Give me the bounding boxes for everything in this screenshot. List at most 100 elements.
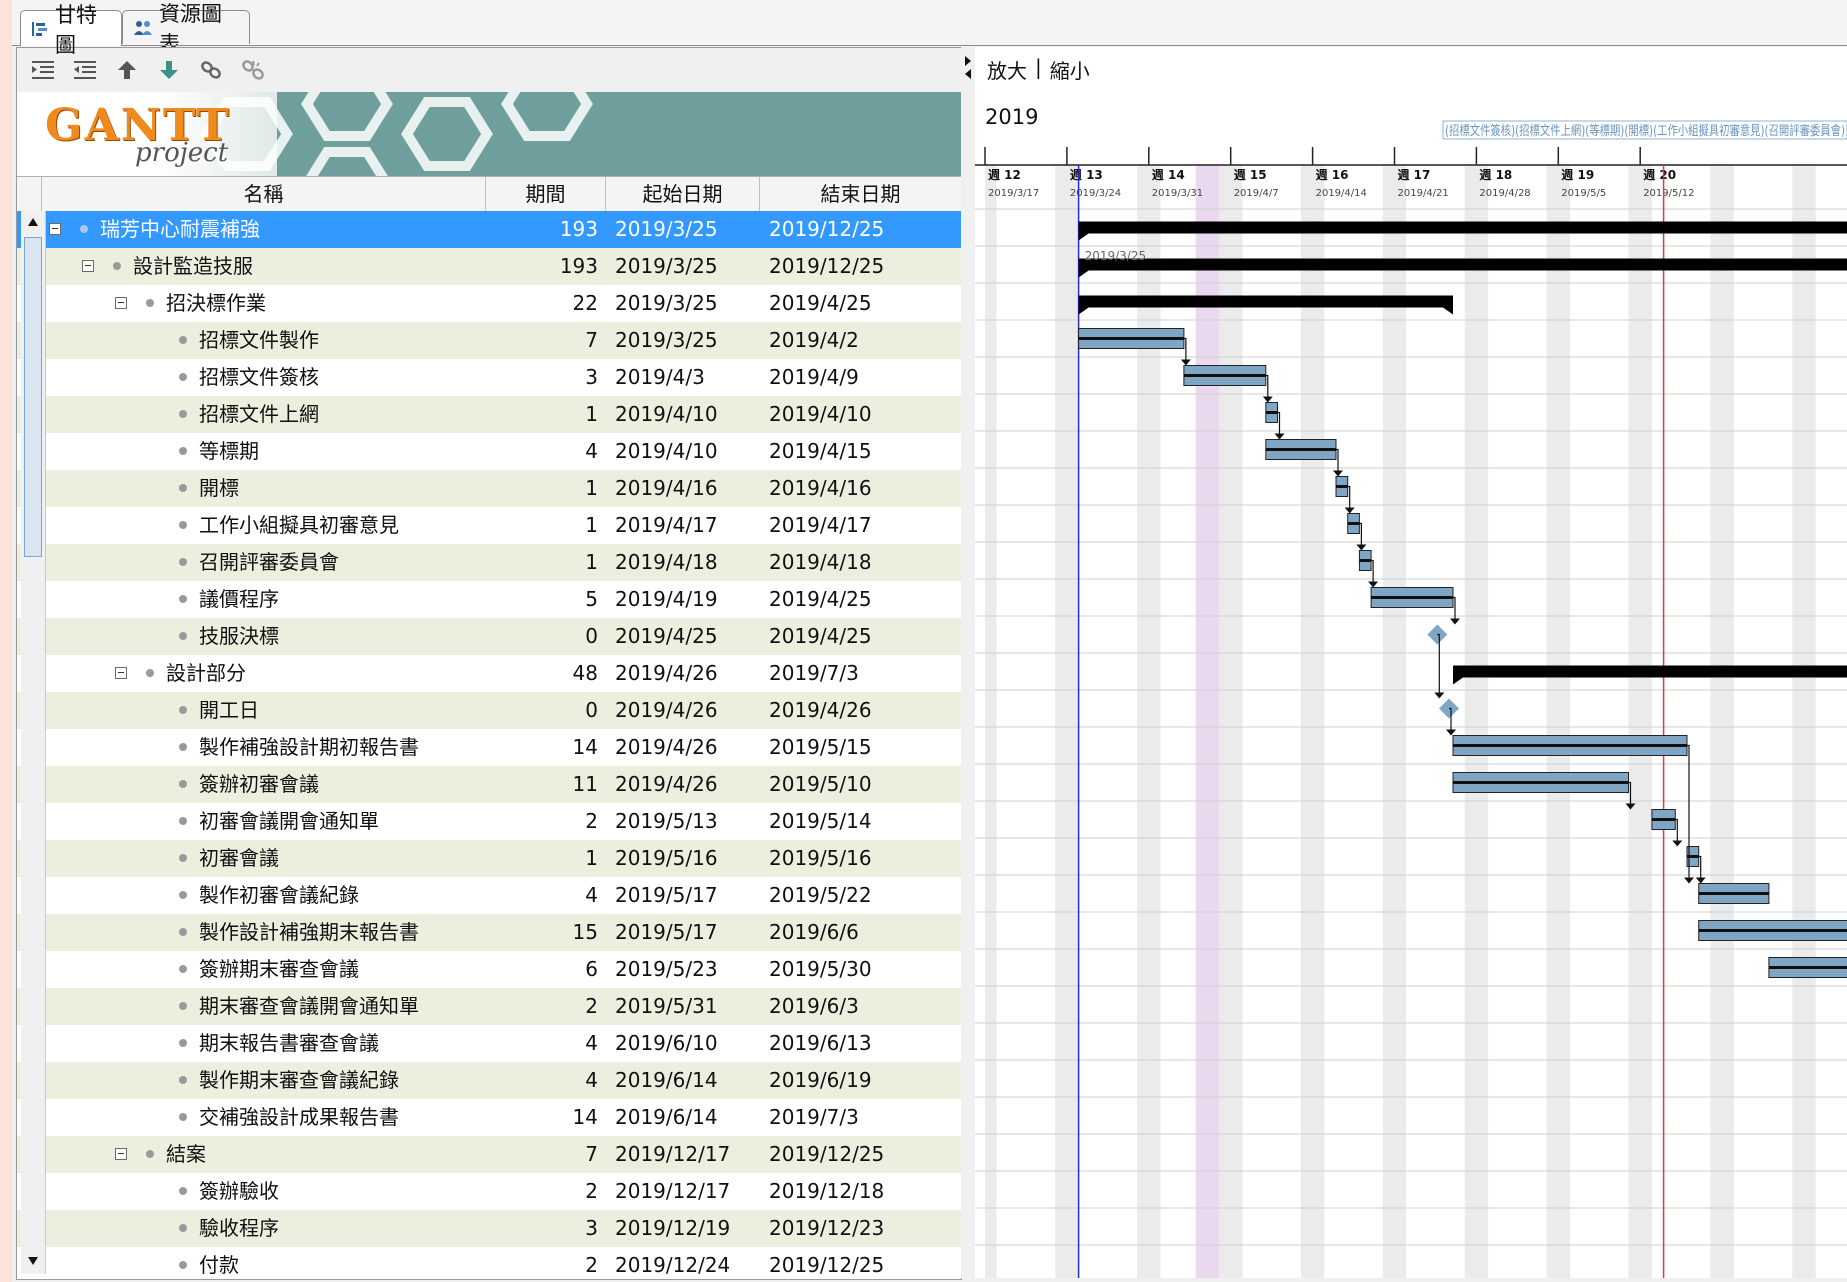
task-bullet-icon	[179, 1002, 187, 1010]
task-row[interactable]: 技服決標 0 2019/4/25 2019/4/25	[17, 618, 961, 655]
task-start-date: 2019/4/26	[615, 772, 718, 796]
task-end-date: 2019/7/3	[769, 1105, 859, 1129]
panel-splitter[interactable]	[961, 47, 975, 1278]
task-row[interactable]: 簽辦驗收 2 2019/12/17 2019/12/18	[17, 1173, 961, 1210]
tab-resource-chart[interactable]: 資源圖表	[122, 2, 250, 56]
task-row[interactable]: 招標文件簽核 3 2019/4/3 2019/4/9	[17, 359, 961, 396]
summary-bar[interactable]	[1078, 221, 1847, 234]
weekend-stripe	[1066, 165, 1079, 1278]
column-header-start[interactable]: 起始日期	[606, 177, 760, 211]
task-row[interactable]: 期末報告書審查會議 4 2019/6/10 2019/6/13	[17, 1025, 961, 1062]
week-label: 週 15	[1234, 167, 1267, 182]
task-row[interactable]: 簽辦初審會議 11 2019/4/26 2019/5/10	[17, 766, 961, 803]
weekend-stripe	[1300, 165, 1313, 1278]
task-bullet-icon	[80, 225, 88, 233]
task-row[interactable]: 付款 2 2019/12/24 2019/12/25	[17, 1247, 961, 1279]
task-duration: 14	[572, 735, 598, 759]
task-row[interactable]: 製作設計補強期末報告書 15 2019/5/17 2019/6/6	[17, 914, 961, 951]
task-row[interactable]: 初審會議 1 2019/5/16 2019/5/16	[17, 840, 961, 877]
column-header-duration[interactable]: 期間	[486, 177, 606, 211]
holiday-stripe	[1195, 165, 1219, 1278]
task-row[interactable]: 交補強設計成果報告書 14 2019/6/14 2019/7/3	[17, 1099, 961, 1136]
task-duration: 2	[585, 1179, 598, 1203]
task-name: 製作期末審查會議紀錄	[199, 1068, 399, 1092]
scrollbar-thumb[interactable]	[24, 237, 42, 557]
scroll-down-arrow-icon[interactable]	[27, 1256, 39, 1266]
task-row[interactable]: 瑞芳中心耐震補強 193 2019/3/25 2019/12/25	[17, 211, 961, 248]
task-row[interactable]: 結案 7 2019/12/17 2019/12/25	[17, 1136, 961, 1173]
task-row[interactable]: 開標 1 2019/4/16 2019/4/16	[17, 470, 961, 507]
task-end-date: 2019/6/19	[769, 1068, 872, 1092]
task-row[interactable]: 工作小組擬具初審意見 1 2019/4/17 2019/4/17	[17, 507, 961, 544]
summary-bar-cap	[1078, 233, 1089, 241]
outdent-icon[interactable]	[69, 54, 101, 86]
task-bullet-icon	[179, 558, 187, 566]
summary-bar[interactable]	[1453, 665, 1847, 678]
collapse-arrows-icon[interactable]	[963, 55, 973, 81]
task-table-header: 名稱 期間 起始日期 結束日期	[17, 176, 961, 212]
move-up-icon[interactable]	[111, 54, 143, 86]
task-bullet-icon	[179, 1261, 187, 1269]
column-header-name[interactable]: 名稱	[42, 177, 486, 211]
task-name: 技服決標	[199, 624, 279, 648]
collapse-toggle-icon[interactable]	[82, 260, 94, 272]
task-name: 期末審查會議開會通知單	[199, 994, 419, 1018]
collapse-toggle-icon[interactable]	[115, 1148, 127, 1160]
task-duration: 3	[585, 1216, 598, 1240]
task-start-date: 2019/4/26	[615, 735, 718, 759]
summary-bar[interactable]	[1078, 258, 1847, 271]
unlink-icon[interactable]	[237, 54, 269, 86]
summary-bar[interactable]	[1078, 295, 1453, 308]
task-row[interactable]: 期末審查會議開會通知單 2 2019/5/31 2019/6/3	[17, 988, 961, 1025]
weekend-stripe	[1394, 165, 1407, 1278]
weekend-stripe	[1792, 165, 1804, 1278]
week-label: 週 18	[1479, 167, 1512, 182]
task-bullet-icon	[179, 854, 187, 862]
task-row[interactable]: 製作補強設計期初報告書 14 2019/4/26 2019/5/15	[17, 729, 961, 766]
task-bullet-icon	[179, 780, 187, 788]
task-duration: 48	[572, 661, 598, 685]
task-row[interactable]: 簽辦期末審查會議 6 2019/5/23 2019/5/30	[17, 951, 961, 988]
task-start-date: 2019/4/16	[615, 476, 718, 500]
task-row[interactable]: 議價程序 5 2019/4/19 2019/4/25	[17, 581, 961, 618]
task-bullet-icon	[146, 1150, 154, 1158]
overflow-task-captions: (招標文件簽核)(招標文件上網)(等標期)(開標)(工作小組擬具初審意見)(召開…	[1445, 123, 1845, 139]
task-row[interactable]: 開工日 0 2019/4/26 2019/4/26	[17, 692, 961, 729]
indent-icon[interactable]	[27, 54, 59, 86]
link-icon[interactable]	[195, 54, 227, 86]
task-row[interactable]: 驗收程序 3 2019/12/19 2019/12/23	[17, 1210, 961, 1247]
column-header-end[interactable]: 結束日期	[760, 177, 961, 211]
week-date-label: 2019/5/12	[1643, 188, 1694, 199]
task-row[interactable]: 招決標作業 22 2019/3/25 2019/4/25	[17, 285, 961, 322]
task-row[interactable]: 招標文件製作 7 2019/3/25 2019/4/2	[17, 322, 961, 359]
week-label: 週 19	[1561, 167, 1594, 182]
move-down-icon[interactable]	[153, 54, 185, 86]
task-row[interactable]: 初審會議開會通知單 2 2019/5/13 2019/5/14	[17, 803, 961, 840]
task-table-vertical-scrollbar[interactable]	[21, 211, 46, 1274]
task-row[interactable]: 召開評審委員會 1 2019/4/18 2019/4/18	[17, 544, 961, 581]
task-name: 期末報告書審查會議	[199, 1031, 379, 1055]
task-row[interactable]: 製作初審會議紀錄 4 2019/5/17 2019/5/22	[17, 877, 961, 914]
weekend-stripe	[1722, 165, 1734, 1278]
task-row[interactable]: 等標期 4 2019/4/10 2019/4/15	[17, 433, 961, 470]
task-row[interactable]: 設計監造技服 193 2019/3/25 2019/12/25	[17, 248, 961, 285]
scroll-up-arrow-icon[interactable]	[27, 217, 39, 227]
dependency-arrowhead	[1450, 618, 1460, 625]
gantt-timeline[interactable]: 週 12 2019/3/17 週 13 2019/3/24 週 14 2019/3/31 週…	[975, 47, 1847, 1278]
task-row[interactable]: 製作期末審查會議紀錄 4 2019/6/14 2019/6/19	[17, 1062, 961, 1099]
collapse-toggle-icon[interactable]	[115, 297, 127, 309]
task-name: 製作補強設計期初報告書	[199, 735, 419, 759]
summary-bar-cap	[1078, 307, 1089, 315]
task-row[interactable]: 設計部分 48 2019/4/26 2019/7/3	[17, 655, 961, 692]
task-row[interactable]: 招標文件上網 1 2019/4/10 2019/4/10	[17, 396, 961, 433]
task-start-date: 2019/12/24	[615, 1253, 731, 1277]
task-bullet-icon	[179, 817, 187, 825]
task-end-date: 2019/6/13	[769, 1031, 872, 1055]
task-start-date: 2019/12/19	[615, 1216, 731, 1240]
collapse-toggle-icon[interactable]	[115, 667, 127, 679]
task-bullet-icon	[179, 743, 187, 751]
task-end-date: 2019/6/6	[769, 920, 859, 944]
summary-bar-cap	[1443, 307, 1453, 315]
tab-gantt[interactable]: 甘特圖	[20, 3, 122, 57]
collapse-toggle-icon[interactable]	[49, 223, 61, 235]
